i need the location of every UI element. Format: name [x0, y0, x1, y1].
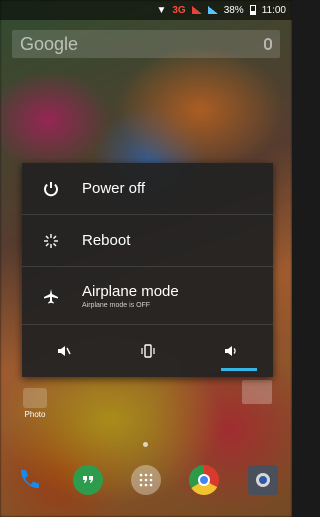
airplane-mode-status: Airplane mode is OFF — [82, 301, 151, 309]
google-search-bar[interactable]: Google — [12, 30, 280, 58]
clock: 11:00 — [261, 4, 286, 16]
airplane-icon — [40, 288, 62, 304]
airplane-text: Airplane mode Airplane mode is OFF — [82, 283, 179, 309]
silent-mode-button[interactable] — [22, 325, 106, 377]
chrome-icon[interactable] — [189, 465, 220, 495]
network-type: 3G — [172, 4, 186, 16]
power-off-label: Power off — [82, 180, 146, 197]
camera-icon[interactable] — [247, 465, 278, 495]
home-shortcut[interactable]: Photo — [16, 388, 54, 419]
signal-icon — [191, 6, 202, 14]
sound-on-icon — [225, 346, 236, 356]
reboot-icon — [40, 233, 62, 249]
sound-off-icon — [57, 346, 71, 356]
phone-icon[interactable] — [14, 465, 44, 495]
airplane-mode-label: Airplane mode — [82, 282, 179, 300]
vibrate-mode-button[interactable] — [106, 325, 190, 377]
hangouts-icon[interactable] — [72, 465, 103, 495]
signal-icon-2 — [207, 6, 218, 14]
reboot-label: Reboot — [82, 232, 131, 249]
vibrate-icon — [140, 344, 155, 358]
power-icon — [40, 181, 62, 197]
camera-lens — [255, 473, 270, 487]
folder-icon — [23, 388, 47, 408]
android-screen: ▼ 3G 38% 11:00 Google Photo Power off Re… — [0, 0, 292, 517]
search-placeholder: Google — [20, 33, 79, 54]
reboot-option[interactable]: Reboot — [22, 215, 273, 267]
dock — [0, 455, 292, 505]
power-menu-dialog: Power off Reboot Airplane mode Airplane … — [22, 163, 273, 377]
chrome-dot — [200, 476, 209, 484]
power-off-option[interactable]: Power off — [22, 163, 273, 215]
home-shortcut-label: Photo — [24, 410, 46, 419]
battery-percent: 38% — [223, 4, 244, 16]
home-widget-icon[interactable] — [242, 380, 272, 404]
microphone-icon[interactable] — [264, 38, 272, 50]
chrome-center — [198, 474, 211, 486]
app-drawer-icon[interactable] — [130, 465, 161, 495]
airplane-mode-option[interactable]: Airplane mode Airplane mode is OFF — [22, 267, 273, 325]
sound-mode-selector — [22, 325, 273, 377]
wifi-icon: ▼ — [156, 4, 167, 16]
page-indicator — [143, 442, 148, 447]
battery-icon — [249, 5, 256, 15]
status-bar: ▼ 3G 38% 11:00 — [0, 0, 292, 20]
sound-on-mode-button[interactable] — [189, 325, 273, 377]
